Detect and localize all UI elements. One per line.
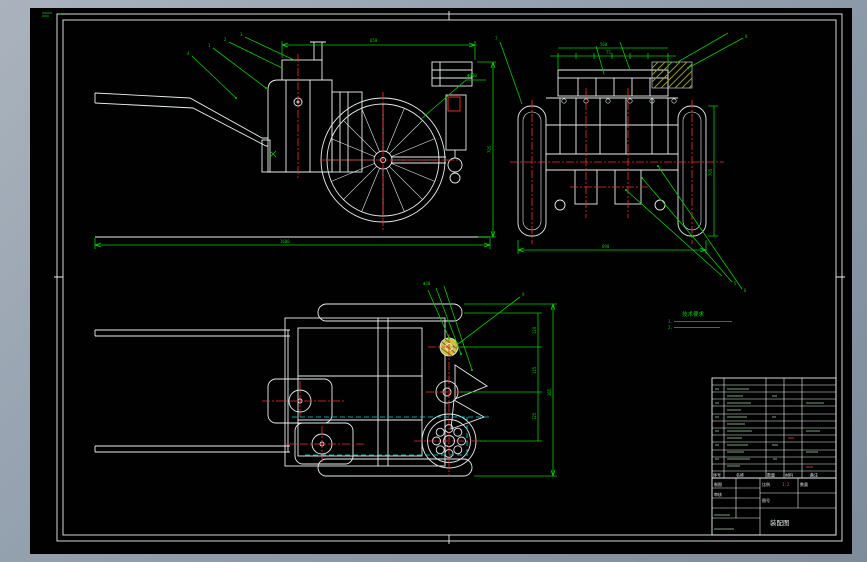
cad-canvas[interactable]: 650 1600 705 Φ600 1 2 3 4 75 560 890 705… [30,8,852,554]
desktop-background: 650 1600 705 Φ600 1 2 3 4 75 560 890 705… [0,0,867,562]
dim-text: 75 [606,50,611,55]
scale-value: 1:2 [782,482,790,487]
red-fitting [447,96,461,112]
seed-box [557,77,669,97]
parts-row-text-marks [715,388,824,467]
rear-dimensions: 75 560 890 705 5 6 7 8 [495,32,748,293]
dim-text: 650 [370,38,378,43]
drawing-title: 装配图 [770,518,790,527]
col-qty: 数量 [767,472,775,478]
fuel-tank [281,59,323,81]
dim-text: 120 [532,326,537,334]
dim-text: 890 [602,244,610,249]
dim-text: Φ30 [423,281,431,286]
checked-label: 审核 [714,491,722,497]
side-centerlines [297,54,460,232]
plan-view: 120 115 125 365 Φ30 9 [94,281,557,477]
parts-list-grid [712,378,836,478]
dim-text: 1600 [280,239,290,244]
dim-text: Φ600 [467,73,477,78]
rear-view: 75 560 890 705 5 6 7 8 [495,32,748,293]
axle-frame [546,69,678,211]
notes-line-1: 1. [668,319,673,324]
balloon-label: 6 [744,288,747,293]
gauge-pad-2 [294,422,354,465]
corner-dot [59,13,61,15]
balloon-label: 3 [240,32,243,37]
col-remark: 备注 [810,472,818,478]
drawn-label: 制图 [714,481,722,487]
dim-text: 705 [487,145,492,153]
handlebar [94,92,268,147]
dim-text: 705 [708,168,713,176]
corner-mark [42,12,52,17]
col-seq: 序号 [713,472,721,478]
balloon-label: 4 [187,51,190,56]
part-leaders [499,32,744,290]
balloon-label: 7 [495,36,498,41]
section-hatch [651,61,693,89]
side-view: 650 1600 705 Φ600 1 2 3 4 [94,32,496,249]
dim-text: 560 [600,42,608,47]
balloon-label: 2 [224,37,227,42]
balloon-label: 5 [734,281,737,286]
sheet-label: 图号 [762,497,770,503]
notes-title: 技术要求 [682,310,705,318]
hitch-pin-mark [269,150,277,158]
qty-label: 数量 [800,481,808,487]
balloon-label: 8 [745,34,748,39]
notes-line-2: 2. [668,325,673,330]
handlebar-plan [94,329,290,453]
scale-label: 比例 [762,481,770,487]
title-block: 序号 名称 数量 材料 备注 制图 审核 比例 1:2 数量 图号 装配图 [711,377,837,536]
technical-notes: 技术要求 1. 2. [668,310,732,330]
col-material: 材料 [785,472,793,478]
dim-text: 365 [547,388,552,396]
dim-text: 115 [532,366,537,374]
col-name: 名称 [736,472,744,478]
rear-centerlines [510,88,724,244]
part-leaders [427,285,521,371]
balloon-label: 1 [208,43,211,48]
drawing-sheet: 650 1600 705 Φ600 1 2 3 4 75 560 890 705… [42,11,845,544]
red-text-marks [788,437,813,468]
balloon-label: 9 [522,292,525,297]
dim-text: 125 [532,412,537,420]
